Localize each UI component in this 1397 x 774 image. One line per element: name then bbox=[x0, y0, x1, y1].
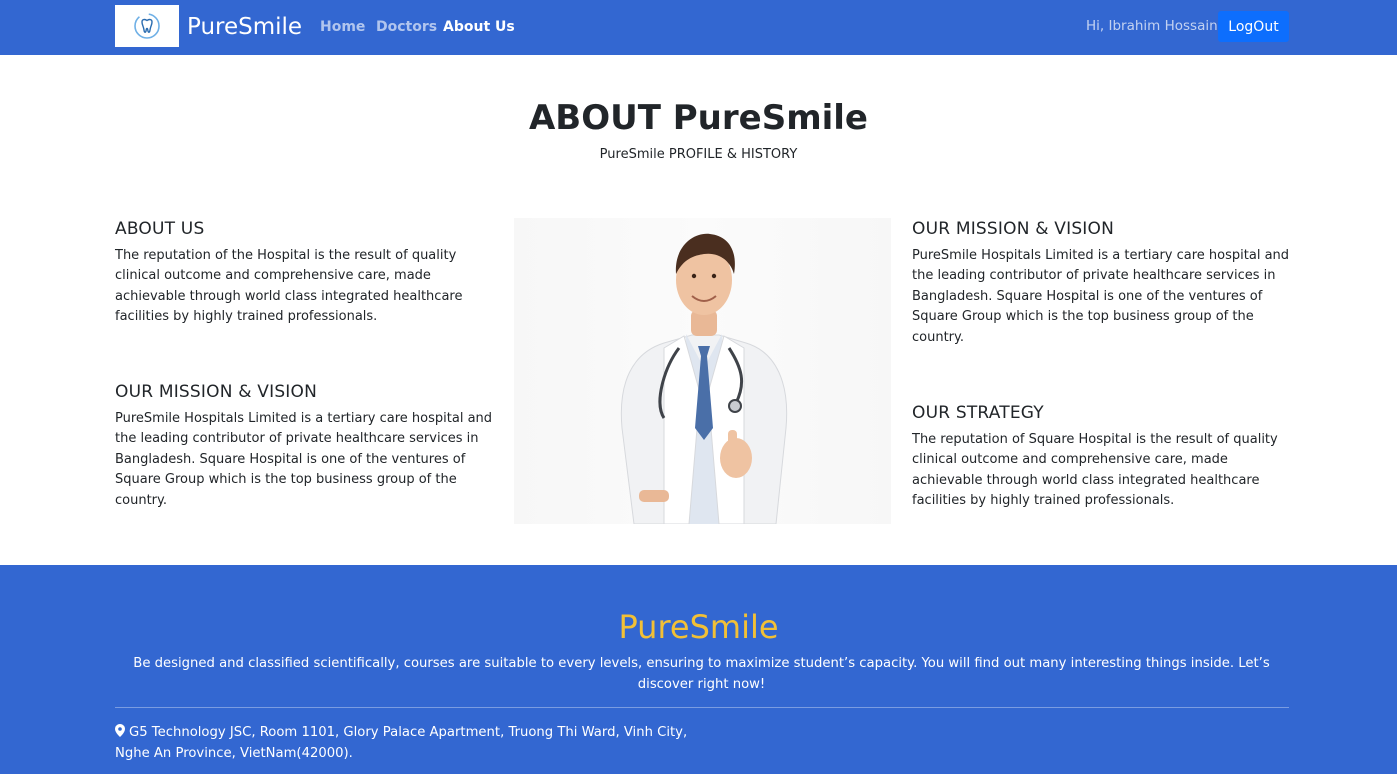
logout-button[interactable]: LogOut bbox=[1218, 11, 1289, 42]
map-pin-icon bbox=[115, 724, 125, 737]
footer: PureSmile Be designed and classified sci… bbox=[0, 565, 1397, 774]
page-title: ABOUT PureSmile bbox=[528, 98, 868, 138]
section-text: PureSmile Hospitals Limited is a tertiar… bbox=[115, 411, 493, 508]
nav-doctors[interactable]: Doctors bbox=[376, 18, 437, 36]
page-subtitle: PureSmile PROFILE & HISTORY bbox=[599, 147, 798, 162]
section-text: The reputation of the Hospital is the re… bbox=[115, 248, 463, 325]
section-heading: ABOUT US bbox=[115, 219, 205, 239]
brand-logo[interactable] bbox=[115, 5, 179, 47]
strategy-section: OUR STRATEGY The reputation of Square Ho… bbox=[912, 402, 1292, 512]
address-line-2: Nghe An Province, VietNam(42000). bbox=[115, 745, 353, 761]
footer-brand: PureSmile bbox=[618, 608, 779, 646]
footer-tagline: Be designed and classified scientificall… bbox=[133, 656, 1270, 692]
about-us-section: ABOUT US The reputation of the Hospital … bbox=[115, 218, 495, 328]
mission-vision-section-left: OUR MISSION & VISION PureSmile Hospitals… bbox=[115, 381, 495, 511]
nav-about-us[interactable]: About Us bbox=[443, 18, 515, 36]
section-heading: OUR STRATEGY bbox=[912, 403, 1044, 423]
doctor-illustration bbox=[620, 233, 788, 524]
doctor-photo bbox=[514, 218, 891, 524]
section-text: The reputation of Square Hospital is the… bbox=[912, 432, 1278, 509]
tooth-icon bbox=[134, 13, 160, 39]
mission-vision-section-right: OUR MISSION & VISION PureSmile Hospitals… bbox=[912, 218, 1292, 348]
user-greeting: Hi, Ibrahim Hossain bbox=[1086, 18, 1218, 34]
brand-name[interactable]: PureSmile bbox=[187, 12, 302, 42]
section-heading: OUR MISSION & VISION bbox=[115, 382, 318, 402]
address-line-1: G5 Technology JSC, Room 1101, Glory Pala… bbox=[129, 725, 688, 740]
footer-address: G5 Technology JSC, Room 1101, Glory Pala… bbox=[115, 723, 715, 764]
section-text: PureSmile Hospitals Limited is a tertiar… bbox=[912, 248, 1290, 345]
nav-home[interactable]: Home bbox=[320, 18, 365, 36]
navbar: PureSmile Home Doctors About Us Hi, Ibra… bbox=[0, 0, 1397, 55]
footer-divider bbox=[115, 707, 1289, 708]
section-heading: OUR MISSION & VISION bbox=[912, 219, 1115, 239]
